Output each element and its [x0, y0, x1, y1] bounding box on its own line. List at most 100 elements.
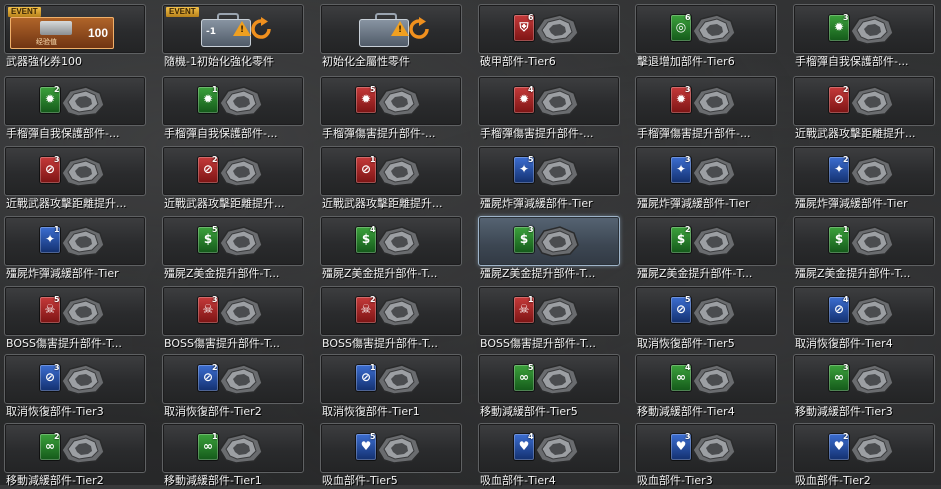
- inventory-item[interactable]: ⊘ 3 取消恢復部件-Tier3: [2, 352, 148, 420]
- blue-chip-icon: ⊘ 3: [40, 363, 60, 391]
- red-chip-icon: ✹ 4: [514, 85, 534, 113]
- gear-part-icon: [532, 223, 580, 257]
- inventory-item[interactable]: ✦ 3 殭屍炸彈減緩部件-Tier: [633, 144, 779, 212]
- inventory-item[interactable]: ♥ 4 吸血部件-Tier4: [476, 421, 622, 489]
- inventory-item[interactable]: $2 殭屍Z美金提升部件-T...: [633, 214, 779, 282]
- gear-part-icon: [689, 361, 737, 395]
- inventory-item[interactable]: ∞ 1 移動減緩部件-Tier1: [160, 421, 306, 489]
- item-label: 殭屍Z美金提升部件-T...: [322, 267, 438, 280]
- inventory-item[interactable]: ! 初始化全屬性零件: [318, 2, 464, 70]
- inventory-item[interactable]: ⊘ 1 取消恢復部件-Tier1: [318, 352, 464, 420]
- inventory-item[interactable]: ♥ 3 吸血部件-Tier3: [633, 421, 779, 489]
- gear-part-icon: [374, 293, 422, 327]
- inventory-item[interactable]: ⊘ 1 近戰武器攻擊距離提升...: [318, 144, 464, 212]
- item-label: 殭屍Z美金提升部件-T...: [480, 267, 596, 280]
- inventory-item[interactable]: -1! EVENT 隨機-1初始化強化零件: [160, 2, 306, 70]
- item-label: 移動減緩部件-Tier2: [6, 474, 104, 487]
- no-heal-icon: ⊘: [202, 370, 214, 384]
- chain-icon: ∞: [834, 370, 844, 384]
- item-label: 近戰武器攻擊距離提升...: [6, 197, 127, 210]
- gear-part-icon: [532, 430, 580, 464]
- shield-icon: ⛨: [519, 20, 529, 34]
- item-tile: ⊘ 3: [4, 354, 146, 404]
- inventory-item[interactable]: ☠ 2 BOSS傷害提升部件-T...: [318, 284, 464, 352]
- inventory-item[interactable]: ✦ 1 殭屍炸彈減緩部件-Tier: [2, 214, 148, 282]
- tier-number: 3: [528, 225, 534, 234]
- item-label: 吸血部件-Tier2: [795, 474, 871, 487]
- gear-part-icon: [689, 83, 737, 117]
- coupon-icon: 100 经验值: [10, 17, 114, 49]
- item-tile: ✹ 4: [478, 76, 620, 126]
- inventory-item[interactable]: ☠ 3 BOSS傷害提升部件-T...: [160, 284, 306, 352]
- refresh-icon: [407, 17, 431, 41]
- item-label: 近戰武器攻擊距離提升...: [164, 197, 285, 210]
- inventory-item[interactable]: ∞ 2 移動減緩部件-Tier2: [2, 421, 148, 489]
- tier-number: 3: [685, 85, 691, 94]
- gear-part-icon: [58, 223, 106, 257]
- red-chip-icon: ☠ 1: [514, 295, 534, 323]
- red-chip-icon: ⊘ 1: [356, 155, 376, 183]
- red-chip-icon: ⊘ 2: [829, 85, 849, 113]
- dollar-icon: $: [519, 232, 529, 246]
- inventory-item[interactable]: ✹ 2 手榴彈自我保護部件-...: [2, 74, 148, 142]
- inventory-item[interactable]: ✹ 5 手榴彈傷害提升部件-...: [318, 74, 464, 142]
- inventory-item[interactable]: ✹ 1 手榴彈自我保護部件-...: [160, 74, 306, 142]
- gear-part-icon: [58, 430, 106, 464]
- inventory-item[interactable]: ⊘ 2 取消恢復部件-Tier2: [160, 352, 306, 420]
- inventory-item[interactable]: ♥ 2 吸血部件-Tier2: [791, 421, 937, 489]
- inventory-item[interactable]: ✹ 3 手榴彈自我保護部件-...: [791, 2, 937, 70]
- gear-part-icon: [847, 223, 895, 257]
- red-chip-icon: ⊘ 2: [198, 155, 218, 183]
- inventory-item[interactable]: ⊘ 2 近戰武器攻擊距離提升...: [160, 144, 306, 212]
- inventory-item[interactable]: ☠ 5 BOSS傷害提升部件-T...: [2, 284, 148, 352]
- blue-chip-icon: ✦ 5: [514, 155, 534, 183]
- red-chip-icon: ☠ 5: [40, 295, 60, 323]
- blue-chip-icon: ♥ 2: [829, 432, 849, 460]
- item-label: 取消恢復部件-Tier4: [795, 337, 893, 350]
- tier-number: 4: [843, 295, 849, 304]
- green-chip-icon: $3: [514, 225, 534, 253]
- item-label: 移動減緩部件-Tier1: [164, 474, 262, 487]
- gear-part-icon: [847, 361, 895, 395]
- inventory-item[interactable]: ✦ 5 殭屍炸彈減緩部件-Tier: [476, 144, 622, 212]
- inventory-item[interactable]: ⛨ 6 破甲部件-Tier6: [476, 2, 622, 70]
- tier-number: 2: [54, 432, 60, 441]
- inventory-item[interactable]: $1 殭屍Z美金提升部件-T...: [791, 214, 937, 282]
- item-label: BOSS傷害提升部件-T...: [322, 337, 438, 350]
- blue-chip-icon: ⊘ 2: [198, 363, 218, 391]
- tier-number: 3: [843, 13, 849, 22]
- inventory-item[interactable]: ◎ 6 擊退增加部件-Tier6: [633, 2, 779, 70]
- inventory-item[interactable]: $3 殭屍Z美金提升部件-T...: [476, 214, 622, 282]
- inventory-item[interactable]: ♥ 5 吸血部件-Tier5: [318, 421, 464, 489]
- inventory-item[interactable]: ✹ 4 手榴彈傷害提升部件-...: [476, 74, 622, 142]
- tier-number: 4: [528, 85, 534, 94]
- knockback-icon: ◎: [675, 20, 687, 34]
- inventory-item[interactable]: ∞ 4 移動減緩部件-Tier4: [633, 352, 779, 420]
- inventory-item[interactable]: $4 殭屍Z美金提升部件-T...: [318, 214, 464, 282]
- item-label: 近戰武器攻擊距離提升...: [795, 127, 916, 140]
- item-label: 殭屍炸彈減緩部件-Tier: [480, 197, 593, 210]
- item-label: 手榴彈傷害提升部件-...: [322, 127, 436, 140]
- item-tile: ✦ 1: [4, 216, 146, 266]
- inventory-item[interactable]: ✹ 3 手榴彈傷害提升部件-...: [633, 74, 779, 142]
- inventory-item[interactable]: ⊘ 3 近戰武器攻擊距離提升...: [2, 144, 148, 212]
- inventory-item[interactable]: ☠ 1 BOSS傷害提升部件-T...: [476, 284, 622, 352]
- inventory-item[interactable]: 100 经验值 EVENT 武器強化券100: [2, 2, 148, 70]
- item-tile: ∞ 5: [478, 354, 620, 404]
- grenade-icon: ✹: [44, 92, 56, 106]
- inventory-item[interactable]: ⊘ 5 取消恢復部件-Tier5: [633, 284, 779, 352]
- dollar-icon: $: [676, 232, 686, 246]
- inventory-item[interactable]: ⊘ 2 近戰武器攻擊距離提升...: [791, 74, 937, 142]
- item-label: 手榴彈自我保護部件-...: [164, 127, 278, 140]
- bomb-slow-icon: ✦: [833, 162, 845, 176]
- inventory-item[interactable]: ∞ 3 移動減緩部件-Tier3: [791, 352, 937, 420]
- dollar-icon: $: [834, 232, 844, 246]
- red-chip-icon: ☠ 2: [356, 295, 376, 323]
- lifesteal-icon: ♥: [833, 439, 845, 453]
- inventory-item[interactable]: $5 殭屍Z美金提升部件-T...: [160, 214, 306, 282]
- item-label: 殭屍炸彈減緩部件-Tier: [795, 197, 908, 210]
- inventory-item[interactable]: ∞ 5 移動減緩部件-Tier5: [476, 352, 622, 420]
- inventory-item[interactable]: ✦ 2 殭屍炸彈減緩部件-Tier: [791, 144, 937, 212]
- blue-chip-icon: ⊘ 1: [356, 363, 376, 391]
- inventory-item[interactable]: ⊘ 4 取消恢復部件-Tier4: [791, 284, 937, 352]
